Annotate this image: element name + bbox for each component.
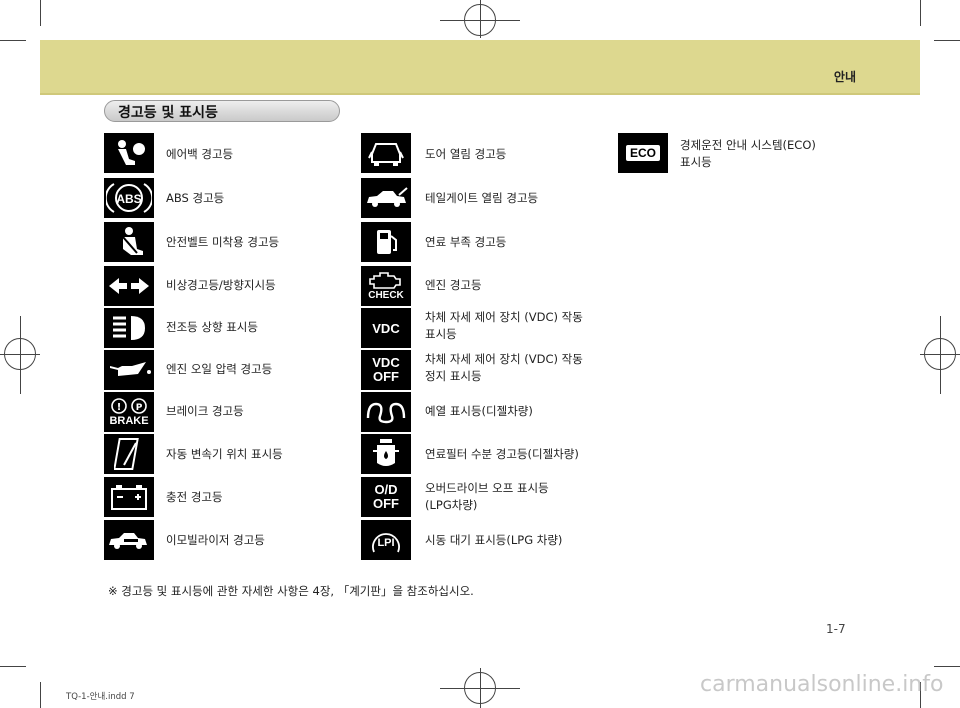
tailgate-open-warning-icon bbox=[361, 178, 411, 218]
vdc-off-icon-text-1: VDC bbox=[372, 355, 400, 370]
header-band bbox=[40, 40, 920, 94]
label-airbag: 에어백 경고등 bbox=[166, 147, 234, 161]
seatbelt-warning-icon bbox=[104, 222, 154, 262]
page-title: 경고등 및 표시등 bbox=[118, 105, 218, 121]
header-divider bbox=[40, 93, 920, 95]
registration-mark bbox=[20, 316, 21, 394]
label-fuel-filter: 연료필터 수분 경고등(디젤차량) bbox=[425, 447, 579, 461]
crop-mark bbox=[920, 0, 921, 26]
brake-icon-text: BRAKE bbox=[109, 414, 149, 427]
svg-text:P: P bbox=[136, 403, 143, 413]
label-vdc-off: 차체 자세 제어 장치 (VDC) 작동 정지 표시등 bbox=[425, 351, 583, 385]
eco-icon-text: ECO bbox=[625, 145, 660, 161]
watermark: carmanualsonline.info bbox=[700, 672, 944, 697]
high-beam-icon bbox=[104, 308, 154, 348]
crop-mark bbox=[40, 0, 41, 26]
label-lpi: 시동 대기 표시등(LPG 차량) bbox=[425, 533, 563, 547]
label-tailgate-open: 테일게이트 열림 경고등 bbox=[425, 191, 539, 205]
label-vdc-line2: 표시등 bbox=[425, 327, 457, 341]
fuel-filter-water-warning-icon bbox=[361, 434, 411, 474]
label-hazard: 비상경고등/방향지시등 bbox=[166, 278, 276, 292]
label-abs: ABS 경고등 bbox=[166, 191, 225, 205]
oil-pressure-warning-icon bbox=[104, 350, 154, 390]
label-low-fuel: 연료 부족 경고등 bbox=[425, 235, 507, 249]
label-eco-line1: 경제운전 안내 시스템(ECO) bbox=[680, 138, 816, 152]
label-shift-position: 자동 변속기 위치 표시등 bbox=[166, 447, 283, 461]
vdc-off-icon-text-2: OFF bbox=[373, 369, 399, 384]
airbag-warning-icon bbox=[104, 133, 154, 173]
hazard-turn-signal-icon bbox=[104, 266, 154, 306]
registration-mark bbox=[480, 668, 481, 708]
check-icon-text: CHECK bbox=[368, 290, 404, 301]
footnote: ※ 경고등 및 표시등에 관한 자세한 사항은 4장, 「계기판」을 참조하십시… bbox=[108, 584, 474, 598]
label-vdc-off-line1: 차체 자세 제어 장치 (VDC) 작동 bbox=[425, 352, 583, 366]
label-vdc: 차체 자세 제어 장치 (VDC) 작동 표시등 bbox=[425, 309, 583, 343]
label-seatbelt: 안전벨트 미착용 경고등 bbox=[166, 235, 280, 249]
crop-mark bbox=[0, 666, 26, 667]
immobilizer-warning-icon bbox=[104, 520, 154, 560]
registration-mark bbox=[940, 316, 941, 394]
low-fuel-warning-icon bbox=[361, 222, 411, 262]
page-number: 1-7 bbox=[826, 622, 846, 636]
label-door-open: 도어 열림 경고등 bbox=[425, 147, 507, 161]
section-label: 안내 bbox=[833, 70, 856, 84]
abs-icon-text: ABS bbox=[116, 192, 141, 206]
label-vdc-line1: 차체 자세 제어 장치 (VDC) 작동 bbox=[425, 310, 583, 324]
lpi-standby-indicator-icon: LPI bbox=[361, 520, 411, 560]
label-high-beam: 전조등 상향 표시등 bbox=[166, 320, 258, 334]
crop-mark bbox=[0, 40, 26, 41]
label-oil-pressure: 엔진 오일 압력 경고등 bbox=[166, 362, 273, 376]
vdc-icon-text: VDC bbox=[372, 320, 400, 336]
label-check-engine: 엔진 경고등 bbox=[425, 278, 482, 292]
crop-mark bbox=[40, 682, 41, 708]
label-glow-plug: 예열 표시등(디젤차량) bbox=[425, 404, 533, 418]
abs-warning-icon: ABS bbox=[104, 178, 154, 218]
file-info: TQ-1-안내.indd 7 bbox=[66, 692, 135, 702]
label-overdrive-off-line1: 오버드라이브 오프 표시등 bbox=[425, 481, 549, 495]
label-vdc-off-line2: 정지 표시등 bbox=[425, 369, 482, 383]
label-overdrive-off-line2: (LPG차량) bbox=[425, 498, 478, 512]
label-brake: 브레이크 경고등 bbox=[166, 404, 244, 418]
check-engine-warning-icon: CHECK bbox=[361, 266, 411, 306]
glow-plug-indicator-icon bbox=[361, 392, 411, 432]
label-eco-line2: 표시등 bbox=[680, 155, 712, 169]
label-battery: 충전 경고등 bbox=[166, 490, 223, 504]
od-off-icon-text-1: O/D bbox=[374, 482, 398, 497]
vdc-indicator-icon: VDC bbox=[361, 308, 411, 348]
overdrive-off-indicator-icon: O/D OFF bbox=[361, 477, 411, 517]
svg-text:!: ! bbox=[117, 402, 122, 413]
lpi-icon-text: LPI bbox=[377, 537, 394, 549]
battery-charge-warning-icon bbox=[104, 477, 154, 517]
registration-mark bbox=[480, 0, 481, 38]
crop-mark bbox=[934, 666, 960, 667]
vdc-off-indicator-icon: VDC OFF bbox=[361, 350, 411, 390]
label-eco: 경제운전 안내 시스템(ECO) 표시등 bbox=[680, 137, 816, 171]
shift-position-icon bbox=[104, 434, 154, 474]
door-open-warning-icon bbox=[361, 133, 411, 173]
label-overdrive-off: 오버드라이브 오프 표시등 (LPG차량) bbox=[425, 480, 549, 514]
label-immobilizer: 이모빌라이저 경고등 bbox=[166, 533, 265, 547]
od-off-icon-text-2: OFF bbox=[373, 496, 399, 511]
brake-warning-icon: ! P BRAKE bbox=[104, 392, 154, 432]
eco-indicator-icon: ECO bbox=[618, 133, 668, 173]
crop-mark bbox=[934, 40, 960, 41]
